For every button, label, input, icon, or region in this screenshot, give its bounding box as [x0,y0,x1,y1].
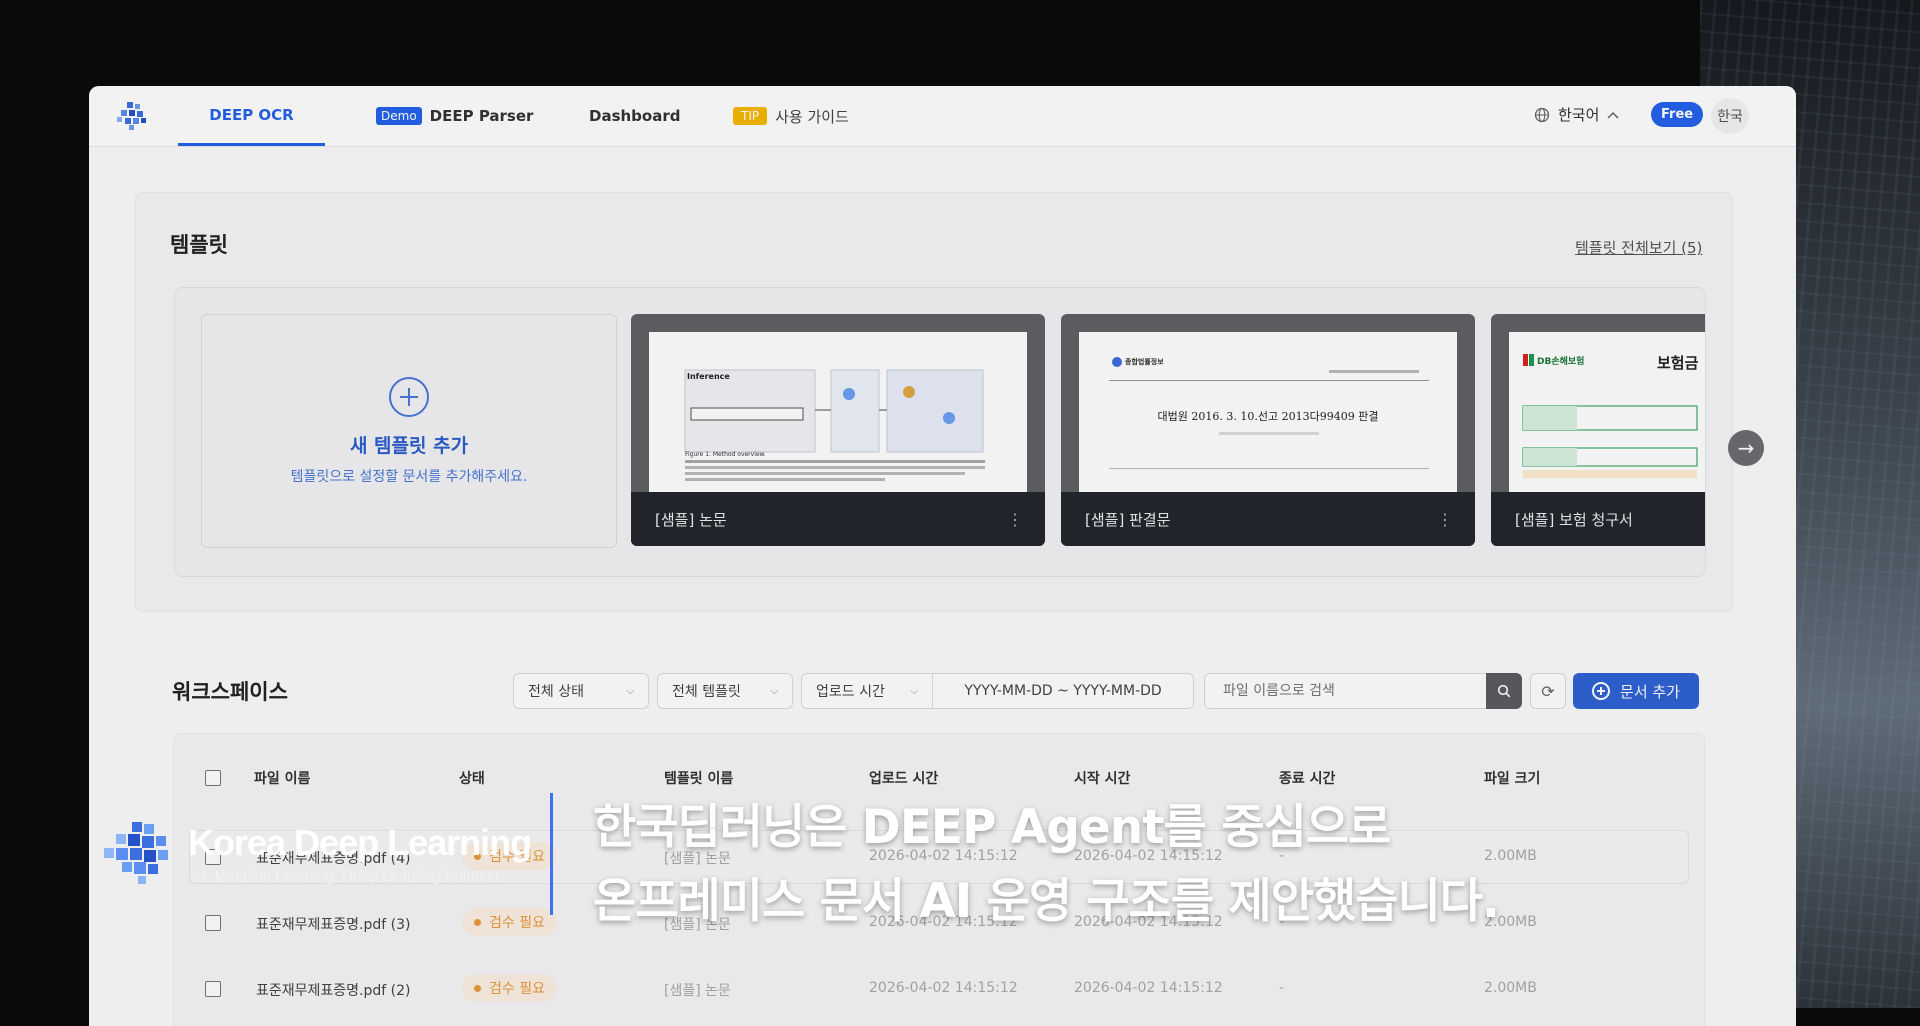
tip-badge: TIP [733,107,768,125]
column-header: 파일 이름 [254,771,311,787]
template-card-footer: [샘플] 보험 청구서 [1491,492,1705,546]
templates-carousel: 새 템플릿 추가 템플릿으로 설정할 문서를 추가해주세요. Inference… [174,287,1706,577]
plus-circle-icon [1592,682,1611,700]
more-options-icon[interactable]: ⋮ [1437,510,1453,529]
new-template-subtitle: 템플릿으로 설정할 문서를 추가해주세요. [290,468,528,485]
new-template-card[interactable]: 새 템플릿 추가 템플릿으로 설정할 문서를 추가해주세요. [201,314,617,548]
date-range-label: YYYY-MM-DD ~ YYYY-MM-DD [964,683,1162,699]
korea-deep-learning-logo-icon [104,822,168,884]
caption-divider [550,793,553,915]
preview-heading: 대법원 2016. 3. 10.선고 2013다99409 판결 [1157,410,1379,423]
chevron-down-icon: ⌵ [626,685,634,697]
status-label: 검수 필요 [489,981,545,997]
language-label: 한국어 [1558,106,1600,124]
template-name: [샘플] 논문 [664,983,731,999]
template-filter-label: 전체 템플릿 [672,684,741,700]
new-template-title: 새 템플릿 추가 [349,434,469,457]
template-filter[interactable]: 전체 템플릿 ⌵ [657,673,793,709]
file-size: 2.00MB [1484,980,1537,996]
plus-circle-icon [389,376,429,417]
template-card-judgment[interactable]: 종합법률정보 대법원 2016. 3. 10.선고 2013다99409 판결 … [1061,314,1475,546]
date-range-picker[interactable]: YYYY-MM-DD ~ YYYY-MM-DD [932,673,1194,709]
template-card-label: [샘플] 논문 [655,510,727,529]
file-name: 표준재무제표증명.pdf (2) [256,983,411,999]
column-header: 파일 크기 [1484,771,1541,787]
status-dot-icon [474,984,481,992]
tab-deep-ocr[interactable]: DEEP OCR [178,86,325,146]
preview-org: DB손해보험 [1537,357,1585,367]
row-checkbox[interactable] [205,915,221,931]
preview-org: 종합법률정보 [1125,358,1164,366]
caption-line-1: 한국딥러닝은 DEEP Agent를 중심으로 [593,800,1391,855]
arrow-right-icon: → [1737,436,1755,460]
preview-heading: 보험금 [1657,354,1699,372]
preview-caption: Figure 1. Method overview. [685,451,766,458]
time-filter[interactable]: 업로드 시간 ⌵ [801,673,933,709]
search-button[interactable] [1486,673,1522,709]
start-time: 2026-04-02 14:15:12 [1074,980,1223,996]
search-input[interactable] [1204,673,1486,709]
caption-line-2: 온프레미스 문서 AI 운영 구조를 제안했습니다. [593,874,1500,929]
plan-badge[interactable]: Free [1651,102,1704,127]
preview-heading: Inference [687,372,730,381]
avatar[interactable]: 한국 [1711,98,1749,134]
brand-name: Korea Deep Learning [188,822,532,863]
template-preview: 종합법률정보 대법원 2016. 3. 10.선고 2013다99409 판결 [1079,332,1457,492]
status-filter-label: 전체 상태 [528,684,584,700]
column-header: 상태 [459,771,485,787]
template-preview: DB손해보험 보험금 [1509,332,1705,492]
time-filter-label: 업로드 시간 [816,684,885,700]
template-card-footer: [샘플] 판결문 ⋮ [1061,492,1475,546]
workspace-title: 워크스페이스 [172,680,288,704]
row-checkbox[interactable] [205,981,221,997]
status-badge: 검수 필요 [462,908,557,936]
add-document-label: 문서 추가 [1620,682,1680,701]
status-filter[interactable]: 전체 상태 ⌵ [513,673,649,709]
add-document-button[interactable]: 문서 추가 [1573,673,1699,709]
select-all-checkbox[interactable] [205,770,221,786]
tab-label: DEEP Parser [429,107,534,125]
language-selector[interactable]: 한국어 [1534,104,1619,125]
status-badge: 검수 필요 [462,974,557,1002]
tab-user-guide[interactable]: TIP 사용 가이드 [733,86,849,146]
column-header: 템플릿 이름 [664,771,734,787]
demo-badge: Demo [376,107,422,125]
search-icon [1497,684,1511,698]
column-header: 시작 시간 [1074,771,1131,787]
tab-label: DEEP OCR [209,105,294,124]
tab-deep-parser[interactable]: Demo DEEP Parser [376,86,533,146]
refresh-icon: ⟳ [1541,681,1555,701]
column-header: 업로드 시간 [869,771,939,787]
templates-title: 템플릿 [170,233,228,257]
brand-tagline: AI, Machine Learning, Deep Learning Solu… [192,868,499,885]
chevron-up-icon [1607,111,1619,119]
template-card-insurance[interactable]: DB손해보험 보험금 [샘플] 보험 청구서 [1491,314,1705,546]
tab-label: Dashboard [589,107,681,125]
template-card-paper[interactable]: Inference Figure 1. Method overview. [샘플… [631,314,1045,546]
paper-preview-figure [684,369,985,481]
carousel-next-button[interactable]: → [1728,430,1764,466]
tab-label: 사용 가이드 [775,107,849,126]
upload-time: 2026-04-02 14:15:12 [869,980,1018,996]
template-card-label: [샘플] 보험 청구서 [1515,510,1633,529]
tab-dashboard[interactable]: Dashboard [589,86,680,146]
template-card-footer: [샘플] 논문 ⋮ [631,492,1045,546]
chevron-down-icon: ⌵ [910,685,918,697]
templates-section: 템플릿 템플릿 전체보기 (5) 새 템플릿 추가 템플릿으로 설정할 문서를 … [135,192,1764,612]
logo-icon [117,102,146,130]
template-preview: Inference Figure 1. Method overview. [649,332,1027,492]
end-time: - [1279,980,1285,996]
status-label: 검수 필요 [489,915,545,931]
file-name: 표준재무제표증명.pdf (3) [256,917,411,933]
chevron-down-icon: ⌵ [770,685,778,697]
top-nav: DEEP OCR Demo DEEP Parser Dashboard TIP … [89,86,1796,147]
status-dot-icon [474,918,481,926]
refresh-button[interactable]: ⟳ [1530,673,1566,709]
more-options-icon[interactable]: ⋮ [1007,510,1023,529]
globe-icon [1534,107,1550,122]
view-all-templates-link[interactable]: 템플릿 전체보기 (5) [1575,237,1702,258]
column-header: 종료 시간 [1279,771,1336,787]
template-card-label: [샘플] 판결문 [1085,510,1171,529]
